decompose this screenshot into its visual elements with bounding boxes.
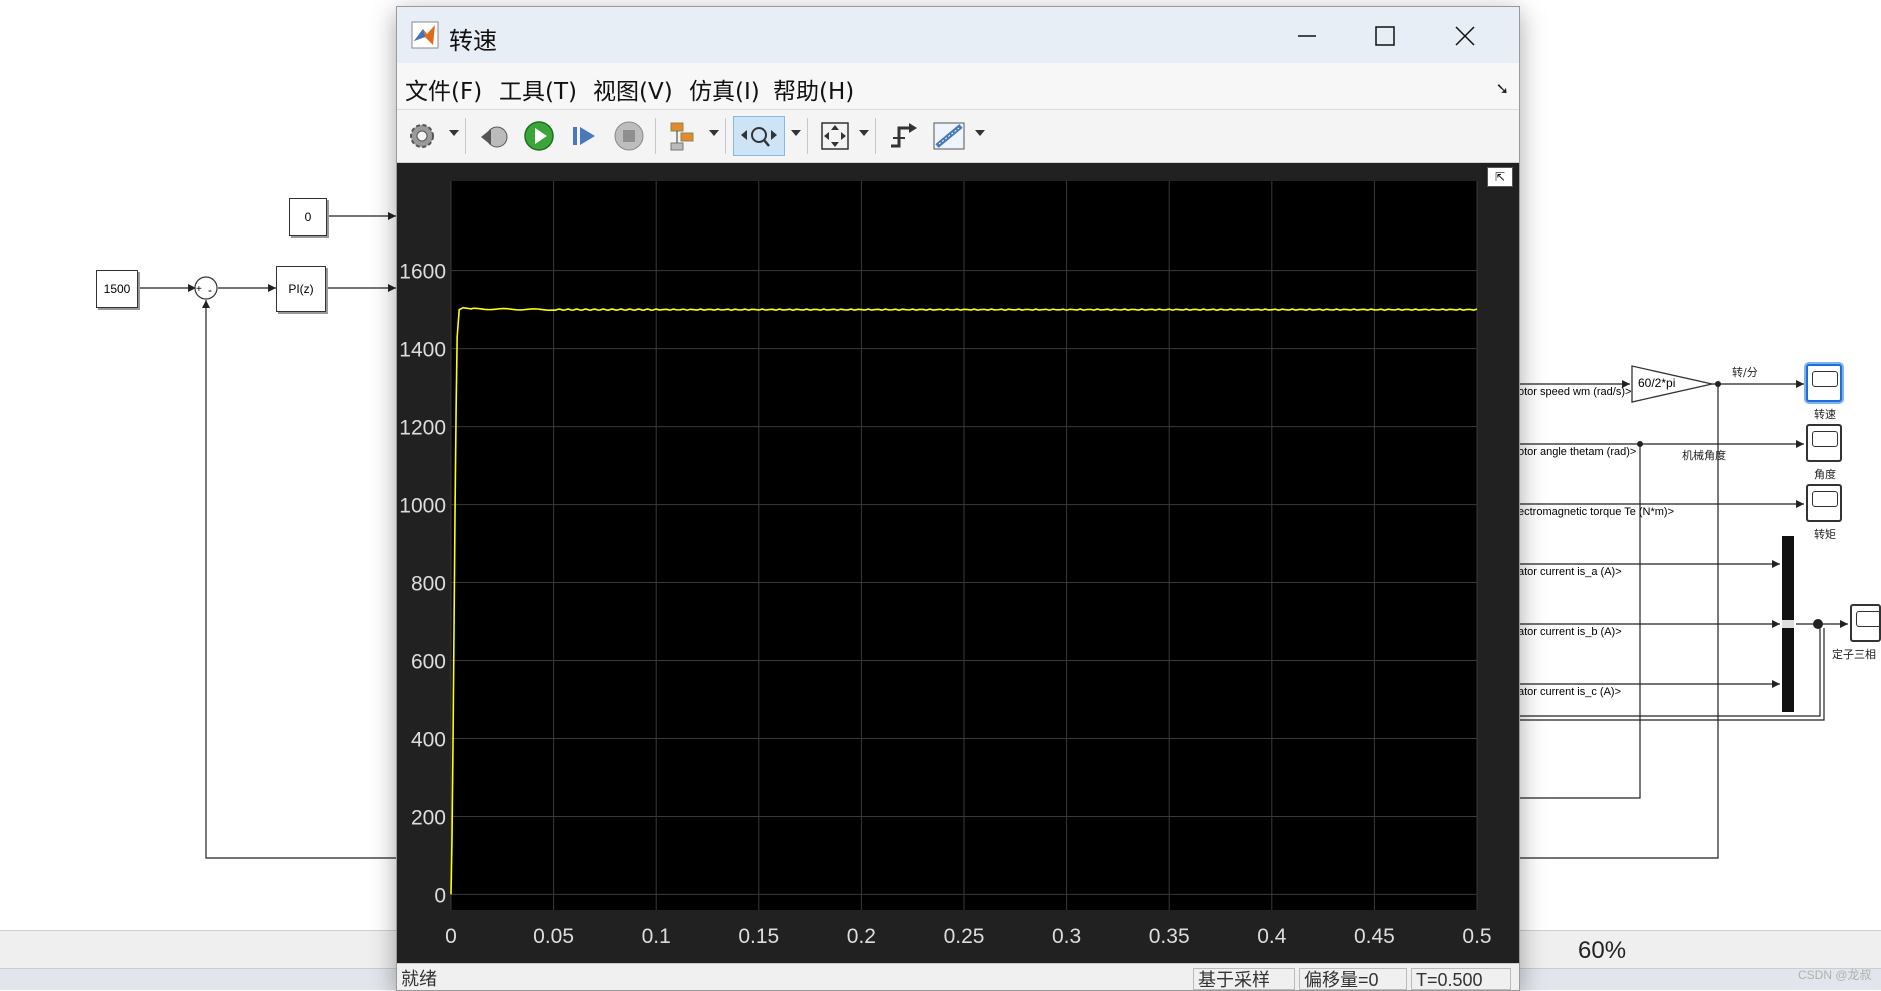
signal-label-ia: ator current is_a (A)> xyxy=(1518,566,1622,578)
signal-select-button[interactable] xyxy=(665,116,701,156)
zoom-dropdown-icon[interactable] xyxy=(791,130,801,136)
y-tick-label: 1200 xyxy=(399,417,446,440)
signal-label-torque: ectromagnetic torque Te (N*m)> xyxy=(1518,506,1675,518)
trigger-button[interactable] xyxy=(885,116,921,156)
status-sample-based: 基于采样 xyxy=(1193,968,1295,990)
y-tick-label: 1400 xyxy=(399,339,446,362)
scope-window[interactable]: 转速 文件(F) 工具(T) 视图(V) 仿真(I) 帮助(H) ➘ 0 200… xyxy=(396,6,1520,991)
svg-text:+: + xyxy=(196,284,202,295)
autoscale-button[interactable] xyxy=(817,116,853,156)
step-back-button[interactable] xyxy=(477,116,513,156)
constant-zero-block[interactable]: 0 xyxy=(289,198,327,236)
menu-tools[interactable]: 工具(T) xyxy=(499,72,577,106)
x-tick-label: 0.5 xyxy=(1462,925,1491,948)
scope-angle-label: 角度 xyxy=(1814,468,1836,481)
status-time: T=0.500 xyxy=(1411,968,1511,990)
measurement-button[interactable] xyxy=(929,116,969,156)
pi-controller-block[interactable]: PI(z) xyxy=(276,266,326,312)
menu-view[interactable]: 视图(V) xyxy=(593,72,673,106)
scope-current-block[interactable] xyxy=(1850,604,1881,642)
scope-torque-block[interactable] xyxy=(1806,484,1842,522)
y-tick-label: 1000 xyxy=(399,495,446,518)
menu-file[interactable]: 文件(F) xyxy=(405,72,482,106)
constant-1500-value: 1500 xyxy=(103,282,131,296)
menu-simulation[interactable]: 仿真(I) xyxy=(689,72,760,106)
y-tick-label: 200 xyxy=(411,806,446,829)
y-tick-label: 400 xyxy=(411,728,446,751)
run-icon xyxy=(524,121,554,151)
scope-speed-label: 转速 xyxy=(1814,408,1836,421)
x-tick-label: 0.4 xyxy=(1257,925,1287,948)
x-tick-label: 0.45 xyxy=(1354,925,1395,948)
menu-help[interactable]: 帮助(H) xyxy=(773,72,854,106)
menu-bar: 文件(F) 工具(T) 视图(V) 仿真(I) 帮助(H) ➘ xyxy=(397,63,1519,110)
measurement-dropdown-icon[interactable] xyxy=(975,130,985,136)
scope-torque-label: 转矩 xyxy=(1814,528,1836,541)
x-tick-label: 0.05 xyxy=(533,925,574,948)
x-tick-label: 0.25 xyxy=(944,925,985,948)
gain-label: 60/2*pi xyxy=(1638,376,1676,390)
signal-label-ic: ator current is_c (A)> xyxy=(1518,686,1622,698)
rpm-label: 转/分 xyxy=(1732,366,1758,379)
constant-zero-value: 0 xyxy=(304,210,312,224)
zoom-x-icon xyxy=(741,127,777,147)
signal-label-speed: otor speed wm (rad/s)> xyxy=(1518,386,1632,398)
pi-controller-label: PI(z) xyxy=(288,282,314,296)
y-tick-label: 0 xyxy=(434,884,446,907)
x-tick-label: 0.1 xyxy=(642,925,671,948)
y-tick-label: 800 xyxy=(411,573,446,596)
undock-icon[interactable]: ➘ xyxy=(1496,79,1509,99)
x-tick-label: 0.15 xyxy=(738,925,779,948)
expand-axes-button[interactable]: ⇱ xyxy=(1487,167,1513,187)
settings-gear-icon xyxy=(410,124,434,148)
stop-icon xyxy=(614,121,644,151)
svg-text:-: - xyxy=(208,283,212,297)
speed-chart: 0 200 400 600 800 1000 1200 1400 1600 0 0.05 0.1 0.… xyxy=(399,181,1492,948)
window-title: 转速 xyxy=(449,27,497,55)
step-forward-icon xyxy=(573,127,595,145)
signal-select-icon xyxy=(670,122,694,151)
title-bar[interactable]: 转速 xyxy=(397,7,1519,63)
measurement-icon xyxy=(933,122,965,150)
toolbar xyxy=(397,110,1519,163)
y-tick-label: 1600 xyxy=(399,261,446,284)
maximize-button[interactable] xyxy=(1357,15,1413,57)
signal-select-dropdown-icon[interactable] xyxy=(709,130,719,136)
constant-1500-block[interactable]: 1500 xyxy=(96,270,138,308)
zoom-level[interactable]: 60% xyxy=(1578,937,1626,965)
y-tick-label: 600 xyxy=(411,651,446,674)
x-tick-label: 0.3 xyxy=(1052,925,1081,948)
signal-label-angle: otor angle thetam (rad)> xyxy=(1518,446,1637,458)
stop-button[interactable] xyxy=(611,116,647,156)
x-tick-label: 0 xyxy=(445,925,457,948)
watermark: CSDN @龙叔 xyxy=(1798,968,1872,982)
scope-angle-block[interactable] xyxy=(1806,424,1842,462)
step-back-icon xyxy=(481,126,508,148)
close-button[interactable] xyxy=(1437,15,1493,57)
minimize-icon xyxy=(1298,35,1316,37)
autoscale-icon xyxy=(821,122,849,150)
scope-speed-block[interactable] xyxy=(1806,364,1842,402)
matlab-app-icon xyxy=(411,21,439,49)
maximize-icon xyxy=(1375,26,1395,46)
settings-dropdown-icon[interactable] xyxy=(449,130,459,136)
signal-label-ib: ator current is_b (A)> xyxy=(1518,626,1622,638)
scope-current-label: 定子三相 xyxy=(1832,648,1876,661)
settings-button[interactable] xyxy=(405,116,439,156)
autoscale-dropdown-icon[interactable] xyxy=(859,130,869,136)
status-ready: 就绪 xyxy=(401,969,437,989)
x-tick-label: 0.2 xyxy=(847,925,876,948)
trigger-icon xyxy=(891,123,917,148)
zoom-x-button[interactable] xyxy=(733,116,785,156)
x-tick-label: 0.35 xyxy=(1149,925,1190,948)
run-button[interactable] xyxy=(521,116,557,156)
status-offset: 偏移量=0 xyxy=(1299,968,1407,990)
mech-angle-label: 机械角度 xyxy=(1682,449,1726,462)
scope-status-bar: 就绪 基于采样 偏移量=0 T=0.500 xyxy=(397,963,1519,990)
step-forward-button[interactable] xyxy=(567,116,603,156)
close-icon xyxy=(1455,26,1475,46)
minimize-button[interactable] xyxy=(1279,15,1335,57)
scope-plot-area[interactable]: 0 200 400 600 800 1000 1200 1400 1600 0 0.05 0.1 0.… xyxy=(397,163,1519,963)
